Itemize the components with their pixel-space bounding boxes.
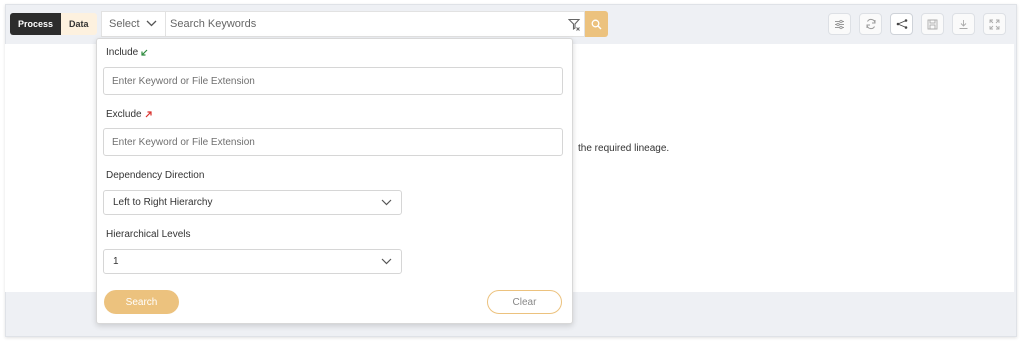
refresh-icon (866, 18, 875, 30)
direction-value: Left to Right Hierarchy (113, 197, 213, 208)
direction-label: Dependency Direction (106, 170, 205, 181)
levels-value: 1 (113, 256, 119, 267)
panel-search-button[interactable]: Search (104, 290, 179, 314)
clear-button[interactable]: Clear (487, 290, 562, 314)
type-select[interactable]: Select (102, 12, 166, 36)
search-icon (591, 19, 602, 29)
arrow-down-left-icon (141, 49, 148, 56)
levels-label: Hierarchical Levels (106, 229, 191, 240)
settings-button[interactable] (828, 13, 851, 35)
fullscreen-button[interactable] (983, 13, 1006, 35)
lineage-graph-icon (896, 19, 907, 29)
include-label: Include (106, 47, 139, 58)
advanced-filter-icon[interactable] (564, 18, 584, 31)
exclude-label-row: Exclude (106, 109, 152, 120)
fullscreen-icon (989, 19, 1000, 29)
refresh-button[interactable] (859, 13, 882, 35)
search-bar: Select (101, 11, 585, 37)
exclude-input[interactable] (103, 128, 563, 156)
advanced-search-panel: Include Exclude Dependency Direction Lef… (96, 38, 573, 324)
levels-dropdown[interactable]: 1 (103, 249, 402, 274)
include-input[interactable] (103, 67, 563, 95)
tab-process[interactable]: Process (10, 13, 62, 35)
download-button[interactable] (952, 13, 975, 35)
chevron-down-icon (381, 258, 392, 265)
exclude-label: Exclude (106, 109, 142, 120)
lineage-button[interactable] (890, 13, 913, 35)
search-input[interactable] (166, 13, 564, 35)
empty-state-message: the required lineage. (578, 143, 670, 154)
chevron-down-icon (146, 18, 157, 30)
save-icon (927, 19, 938, 29)
download-icon (959, 19, 968, 29)
save-button[interactable] (921, 13, 944, 35)
tab-data[interactable]: Data (61, 13, 97, 35)
settings-sliders-icon (835, 19, 844, 29)
type-select-label: Select (109, 18, 140, 30)
arrow-up-right-icon (145, 111, 152, 118)
direction-dropdown[interactable]: Left to Right Hierarchy (103, 190, 402, 215)
mode-toggle: Process Data (10, 13, 97, 35)
chevron-down-icon (381, 199, 392, 206)
include-label-row: Include (106, 47, 148, 58)
search-button[interactable] (585, 11, 608, 37)
